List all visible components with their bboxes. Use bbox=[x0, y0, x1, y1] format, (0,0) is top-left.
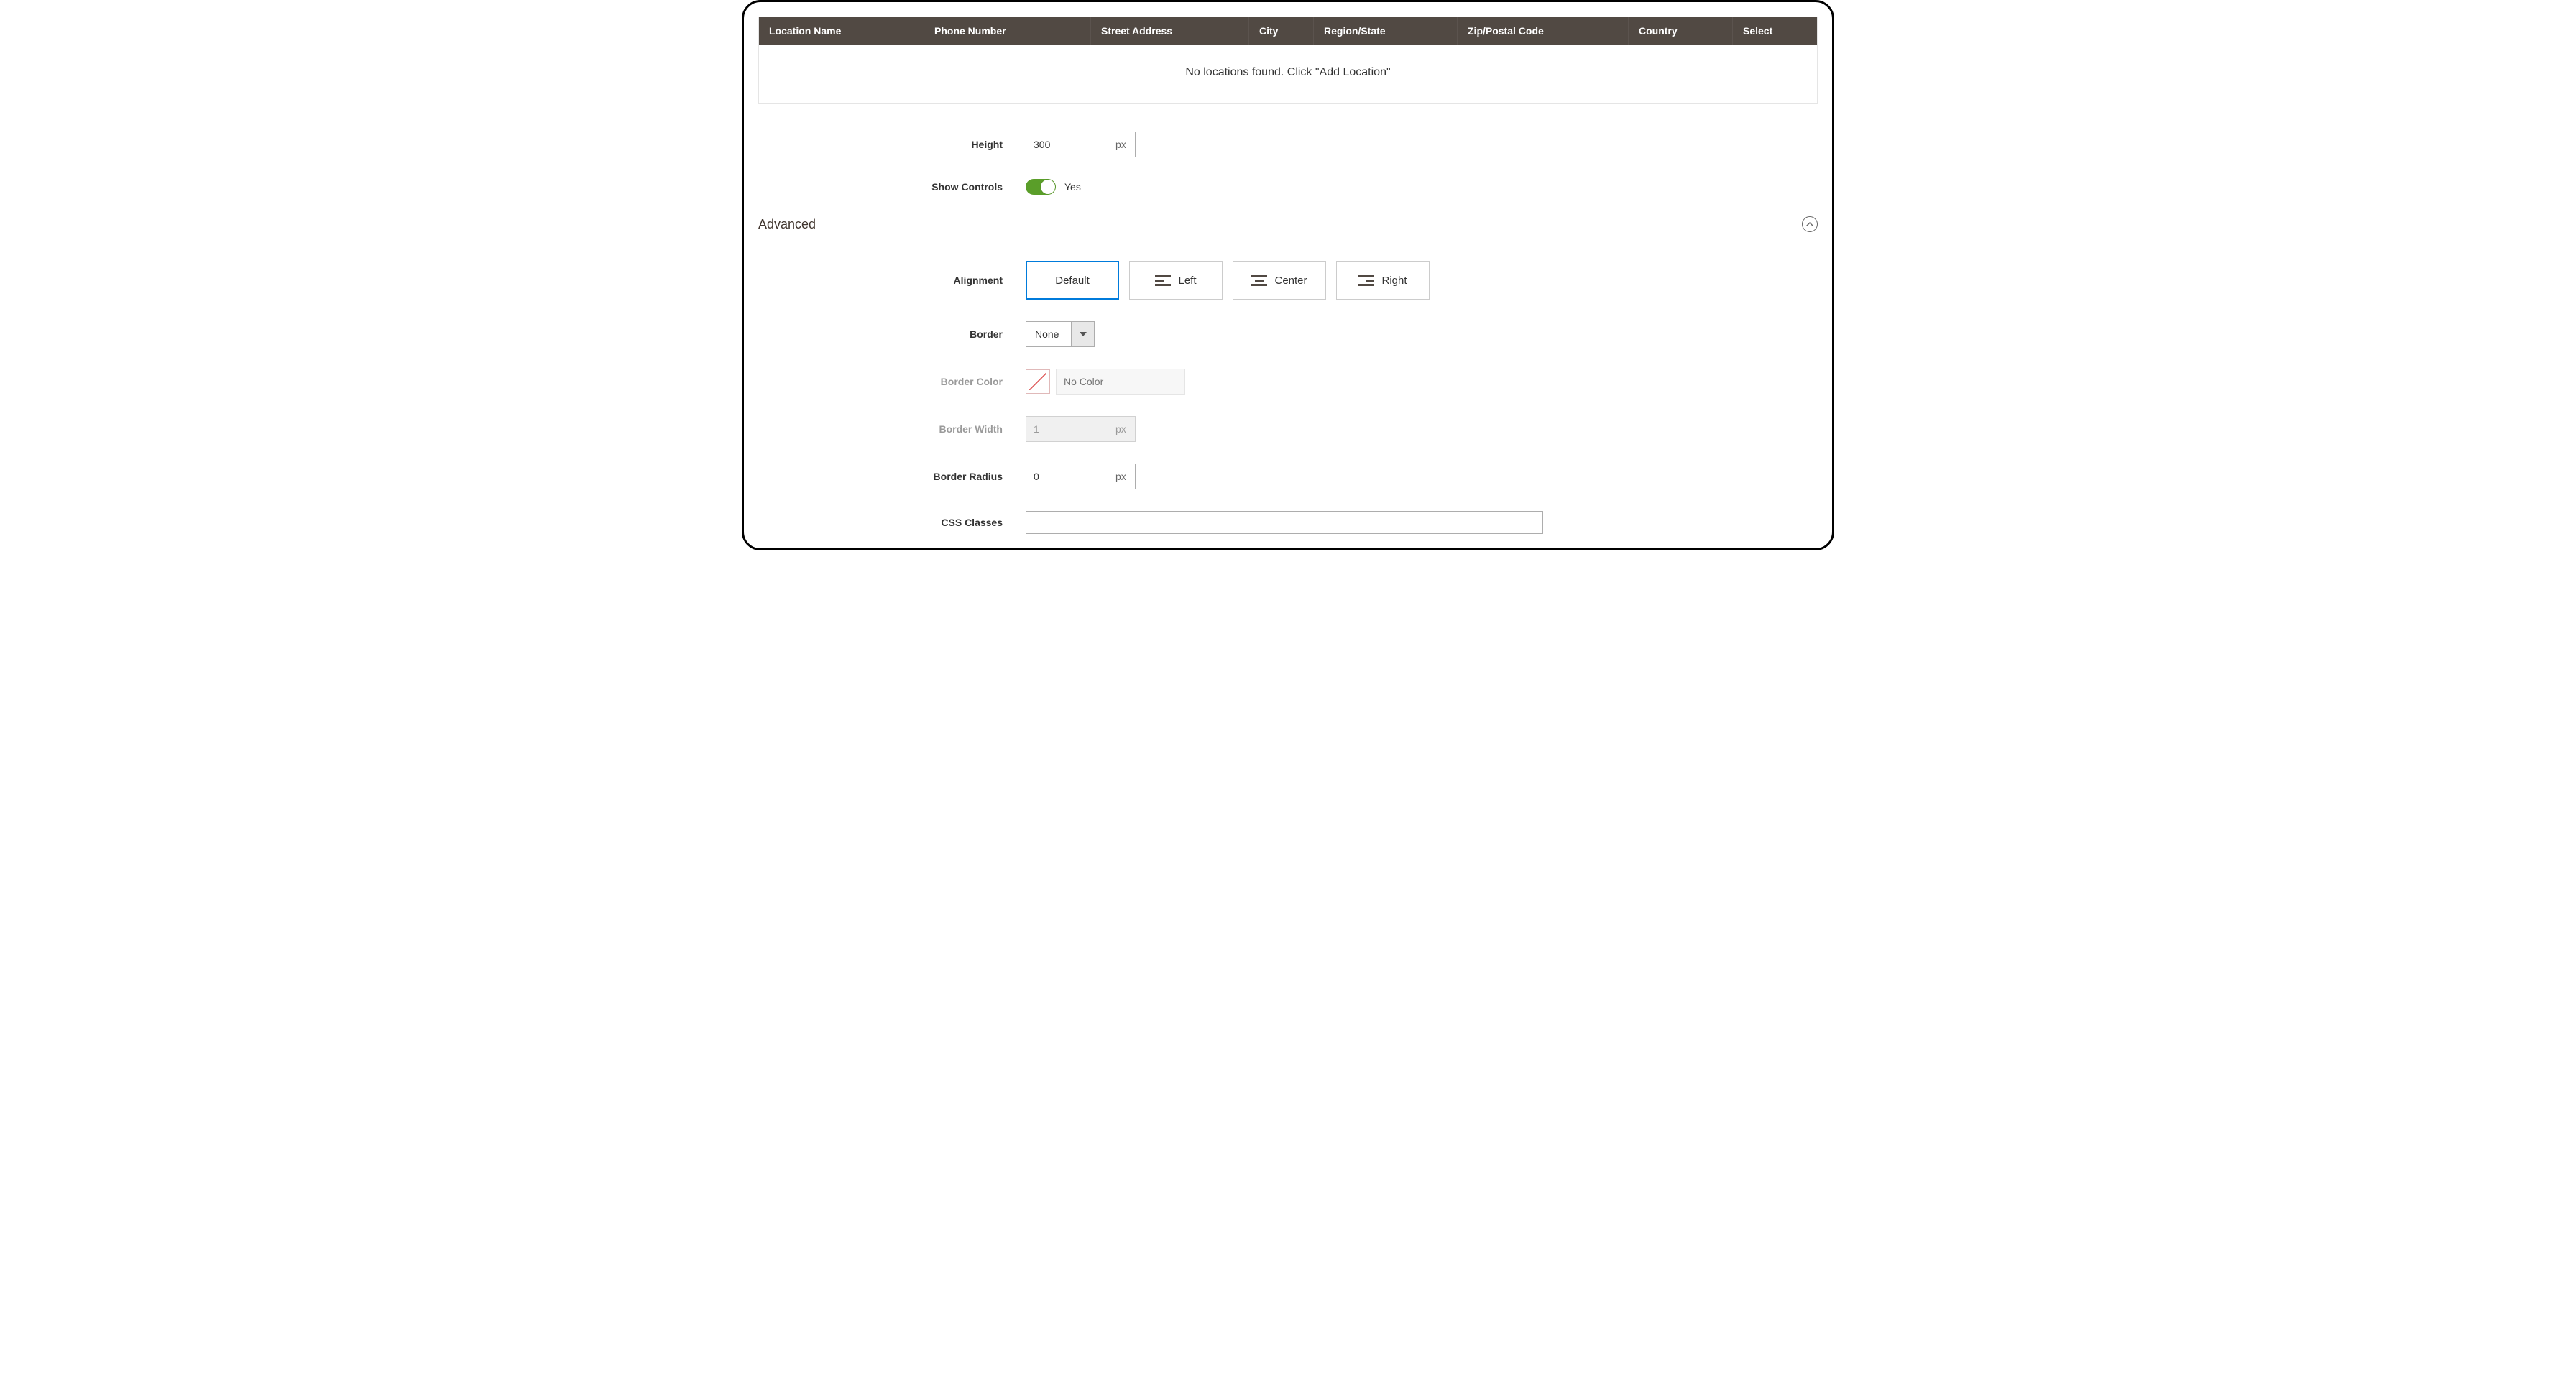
col-phone-number[interactable]: Phone Number bbox=[924, 17, 1091, 45]
col-zip-postal[interactable]: Zip/Postal Code bbox=[1458, 17, 1629, 45]
caret-down-icon[interactable] bbox=[1071, 322, 1094, 346]
alignment-left-label: Left bbox=[1178, 275, 1196, 287]
alignment-left-button[interactable]: Left bbox=[1129, 261, 1223, 300]
height-unit: px bbox=[1113, 132, 1135, 157]
col-region-state[interactable]: Region/State bbox=[1314, 17, 1458, 45]
label-border-radius: Border Radius bbox=[758, 471, 1026, 482]
label-border-width: Border Width bbox=[758, 423, 1026, 435]
alignment-center-label: Center bbox=[1274, 275, 1307, 287]
show-controls-toggle[interactable] bbox=[1026, 179, 1056, 195]
locations-empty-message: No locations found. Click "Add Location" bbox=[759, 45, 1817, 103]
col-city[interactable]: City bbox=[1249, 17, 1314, 45]
border-radius-input[interactable] bbox=[1026, 464, 1113, 489]
label-border: Border bbox=[758, 328, 1026, 340]
alignment-default-label: Default bbox=[1055, 275, 1090, 287]
advanced-section-header[interactable]: Advanced bbox=[758, 216, 1818, 232]
alignment-right-label: Right bbox=[1381, 275, 1407, 287]
row-border: Border None bbox=[758, 321, 1818, 347]
border-width-input bbox=[1026, 417, 1113, 441]
label-height: Height bbox=[758, 139, 1026, 150]
border-select[interactable]: None bbox=[1026, 321, 1095, 347]
alignment-default-button[interactable]: Default bbox=[1026, 261, 1119, 300]
alignment-right-button[interactable]: Right bbox=[1336, 261, 1430, 300]
row-show-controls: Show Controls Yes bbox=[758, 179, 1818, 195]
align-left-icon bbox=[1155, 275, 1171, 286]
no-color-swatch-icon[interactable] bbox=[1026, 369, 1050, 394]
advanced-title: Advanced bbox=[758, 217, 816, 232]
chevron-up-icon[interactable] bbox=[1802, 216, 1818, 232]
col-street-address[interactable]: Street Address bbox=[1091, 17, 1249, 45]
label-show-controls: Show Controls bbox=[758, 181, 1026, 193]
row-height: Height px bbox=[758, 132, 1818, 157]
border-radius-unit: px bbox=[1113, 464, 1135, 489]
col-country[interactable]: Country bbox=[1629, 17, 1733, 45]
col-location-name[interactable]: Location Name bbox=[759, 17, 924, 45]
label-alignment: Alignment bbox=[758, 275, 1026, 286]
locations-table: Location Name Phone Number Street Addres… bbox=[758, 17, 1818, 104]
label-css-classes: CSS Classes bbox=[758, 517, 1026, 528]
row-alignment: Alignment Default Left Center bbox=[758, 261, 1818, 300]
border-width-input-wrap: px bbox=[1026, 416, 1136, 442]
toggle-knob bbox=[1041, 180, 1055, 194]
align-right-icon bbox=[1358, 275, 1374, 286]
row-border-width: Border Width px bbox=[758, 416, 1818, 442]
locations-table-header: Location Name Phone Number Street Addres… bbox=[759, 17, 1817, 45]
height-input[interactable] bbox=[1026, 132, 1113, 157]
border-color-input bbox=[1056, 369, 1185, 395]
col-select[interactable]: Select bbox=[1733, 17, 1817, 45]
align-center-icon bbox=[1251, 275, 1267, 286]
border-select-value: None bbox=[1026, 322, 1071, 346]
row-border-color: Border Color bbox=[758, 369, 1818, 395]
show-controls-value: Yes bbox=[1064, 181, 1081, 193]
border-radius-input-wrap: px bbox=[1026, 464, 1136, 489]
label-border-color: Border Color bbox=[758, 376, 1026, 387]
height-input-wrap: px bbox=[1026, 132, 1136, 157]
row-css-classes: CSS Classes bbox=[758, 511, 1818, 534]
row-border-radius: Border Radius px bbox=[758, 464, 1818, 489]
border-width-unit: px bbox=[1113, 417, 1135, 441]
alignment-center-button[interactable]: Center bbox=[1233, 261, 1326, 300]
css-classes-input[interactable] bbox=[1026, 511, 1543, 534]
